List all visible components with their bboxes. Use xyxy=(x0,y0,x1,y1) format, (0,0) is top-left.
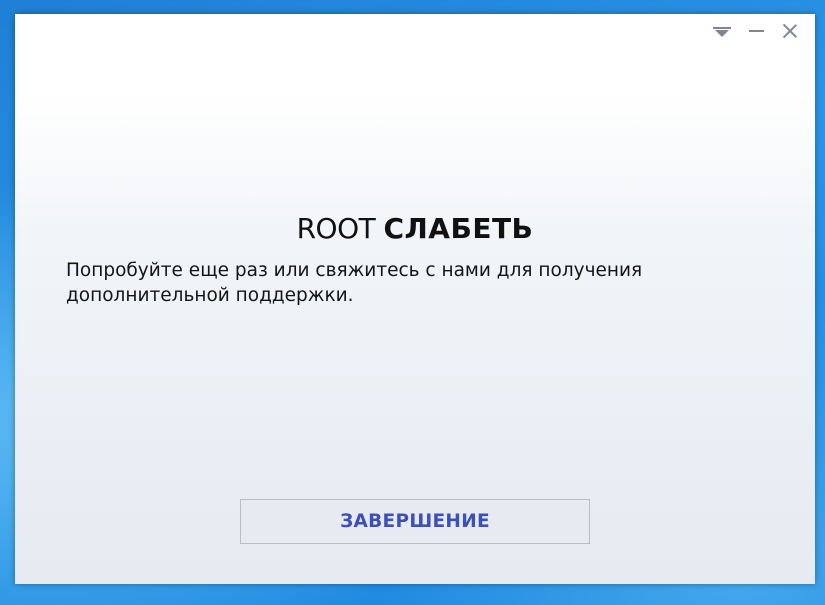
title-emphasis: СЛАБЕТЬ xyxy=(383,212,534,245)
app-window: ROOT СЛАБЕТЬ Попробуйте еще раз или свяж… xyxy=(15,14,815,584)
title-prefix: ROOT xyxy=(296,212,376,245)
menu-dropdown-button[interactable] xyxy=(705,20,739,42)
minimize-button[interactable] xyxy=(739,20,773,42)
dropdown-menu-icon xyxy=(713,25,731,37)
minimize-icon xyxy=(748,30,764,32)
finish-button[interactable]: ЗАВЕРШЕНИЕ xyxy=(240,499,590,544)
status-message: Попробуйте еще раз или свяжитесь с нами … xyxy=(66,260,643,306)
close-button[interactable] xyxy=(773,20,807,42)
close-icon xyxy=(782,23,798,39)
window-controls xyxy=(705,20,807,42)
dialog-title: ROOT СЛАБЕТЬ xyxy=(15,212,815,246)
